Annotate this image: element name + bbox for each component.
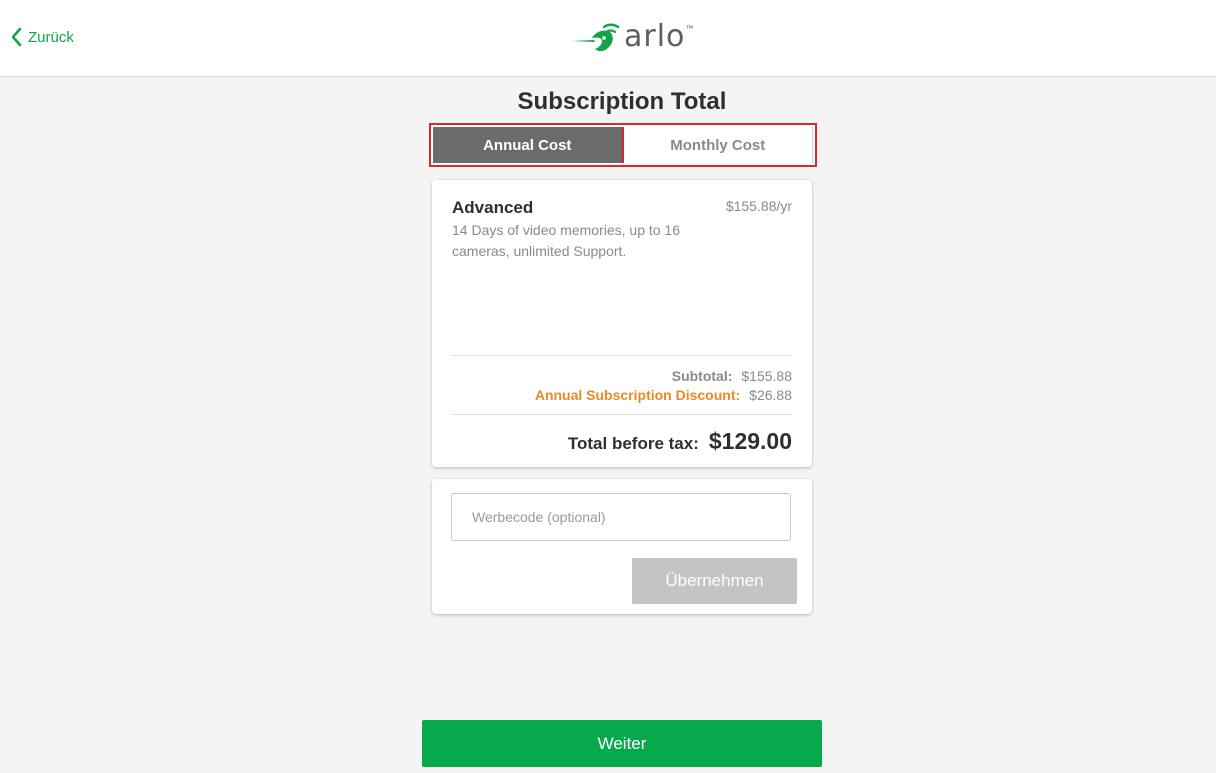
arlo-logo: arlo ™ <box>570 20 693 54</box>
plan-summary-card: Advanced $155.88/yr 14 Days of video mem… <box>432 180 812 467</box>
hummingbird-icon <box>572 23 620 52</box>
top-header: Zurück arlo ™ <box>0 0 1216 77</box>
cost-period-toggle: Annual Cost Monthly Cost <box>429 123 817 167</box>
subtotal-label: Subtotal: <box>671 368 733 384</box>
divider <box>452 355 792 356</box>
back-button[interactable]: Zurück <box>10 26 74 48</box>
logo-wordmark: arlo <box>624 19 686 54</box>
apply-promo-button[interactable]: Übernehmen <box>632 558 797 604</box>
discount-value: $26.88 <box>749 387 792 403</box>
discount-label: Annual Subscription Discount: <box>534 387 741 403</box>
plan-price: $155.88/yr <box>725 198 792 214</box>
subtotal-row: Subtotal: $155.88 <box>672 368 792 384</box>
total-value: $129.00 <box>708 428 792 454</box>
chevron-left-icon <box>11 27 22 47</box>
tab-annual-cost[interactable]: Annual Cost <box>433 127 622 163</box>
plan-name: Advanced <box>452 198 534 217</box>
plan-description: 14 Days of video memories, up to 16 came… <box>452 222 681 259</box>
divider <box>452 414 792 415</box>
continue-button[interactable]: Weiter <box>422 720 822 767</box>
tab-monthly-cost[interactable]: Monthly Cost <box>621 127 813 163</box>
subtotal-value: $155.88 <box>741 368 792 384</box>
discount-row: Annual Subscription Discount: $26.88 <box>535 387 792 403</box>
back-label: Zurück <box>28 28 74 46</box>
total-label: Total before tax: <box>567 434 699 453</box>
page-title: Subscription Total <box>517 88 727 115</box>
promo-code-card: Übernehmen <box>432 479 812 614</box>
total-row: Total before tax: $129.00 <box>568 428 792 455</box>
logo-trademark: ™ <box>685 24 694 33</box>
promo-code-input[interactable] <box>451 493 791 541</box>
